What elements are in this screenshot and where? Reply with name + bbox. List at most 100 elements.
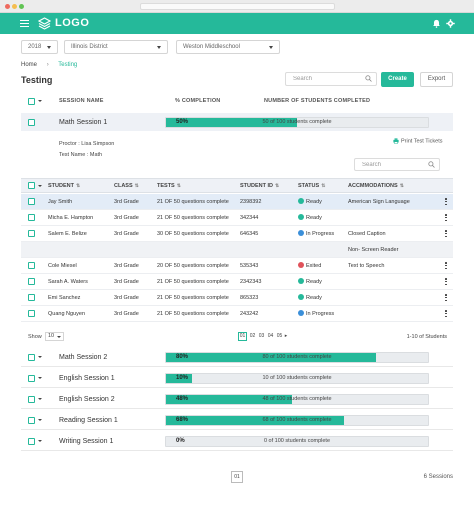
column-header-accommodations[interactable]: ACCMMODATIONS ⇅: [348, 179, 404, 193]
student-name: Emi Sanchez: [48, 295, 81, 301]
student-checkbox[interactable]: [28, 214, 35, 221]
more-options-icon[interactable]: [445, 310, 447, 318]
page-button[interactable]: 04: [266, 332, 275, 341]
select-all-students-checkbox[interactable]: [28, 182, 35, 189]
chevron-down-icon: [157, 46, 161, 49]
student-checkbox[interactable]: [28, 278, 35, 285]
chevron-down-icon[interactable]: [38, 377, 42, 379]
bell-icon[interactable]: [432, 19, 441, 28]
session-row[interactable]: English Session 1 10% 10 of 100 students…: [21, 369, 453, 388]
student-accommodation: Non- Screen Reader: [348, 247, 399, 253]
breadcrumb-current[interactable]: Testing: [58, 62, 77, 68]
column-header-class[interactable]: CLASS ⇅: [114, 179, 139, 193]
window-minimize-button[interactable]: [12, 4, 17, 9]
row-checkbox[interactable]: [28, 375, 35, 382]
progress-students-text: 68 of 100 students complete: [262, 417, 332, 423]
student-status: In Progress: [298, 226, 334, 242]
menu-icon[interactable]: [20, 20, 29, 28]
chevron-down-icon[interactable]: [38, 356, 42, 358]
print-tickets-link[interactable]: Print Test Tickets: [393, 138, 442, 144]
select-all-checkbox[interactable]: [28, 98, 35, 105]
student-status: Ready: [298, 274, 322, 290]
year-select[interactable]: 2018: [21, 40, 58, 54]
column-header-tests[interactable]: TESTS ⇅: [157, 179, 181, 193]
column-header-status[interactable]: STATUS ⇅: [298, 179, 325, 193]
column-header-completion[interactable]: % COMPLETION: [175, 98, 220, 104]
student-row[interactable]: Sarah A. Waters 3rd Grade 21 OF 50 questio…: [21, 274, 453, 290]
student-row[interactable]: Micha E. Hampton 3rd Grade 21 OF 50 questi…: [21, 210, 453, 226]
session-row[interactable]: English Session 2 48% 48 of 100 students…: [21, 390, 453, 409]
student-row[interactable]: Salem E. Belize 3rd Grade 30 OF 50 questio…: [21, 226, 453, 242]
chevron-down-icon[interactable]: [38, 100, 42, 102]
student-name: Sarah A. Waters: [48, 279, 88, 285]
progress-bar: 80% 80 of 100 students complete: [165, 352, 429, 363]
student-tests: 21 OF 50 questions complete: [157, 295, 229, 301]
row-checkbox[interactable]: [28, 354, 35, 361]
sort-icon: ⇅: [75, 183, 81, 189]
student-id: 243242: [240, 311, 259, 317]
chevron-down-icon[interactable]: [38, 398, 42, 400]
page-size-select[interactable]: 10: [45, 332, 64, 341]
student-id: 865323: [240, 295, 259, 301]
more-options-icon[interactable]: [445, 278, 447, 286]
gear-icon[interactable]: [446, 19, 455, 28]
column-header-student[interactable]: STUDENT ⇅: [48, 179, 80, 193]
progress-students-text: 10 of 100 students complete: [262, 375, 332, 381]
status-icon: [298, 310, 304, 317]
window-close-button[interactable]: [5, 4, 10, 9]
district-select[interactable]: Illinois District: [64, 40, 168, 54]
student-row[interactable]: Cole Miesel 3rd Grade 20 OF 50 questions c…: [21, 258, 453, 274]
student-row[interactable]: Non- Screen Reader: [21, 242, 453, 258]
student-row[interactable]: Emi Sanchez 3rd Grade 21 OF 50 questions c…: [21, 290, 453, 306]
session-row[interactable]: Writing Session 1 0% 0 of 100 students c…: [21, 432, 453, 451]
page-button[interactable]: 01: [238, 332, 247, 341]
page-button[interactable]: 03: [257, 332, 266, 341]
student-row[interactable]: Quang Nguyen 3rd Grade 21 OF 50 questions …: [21, 306, 453, 322]
session-detail-panel: Proctor : Lisa Simpson Test Name : Math …: [21, 131, 453, 345]
column-header-session-name[interactable]: SESSION NAME: [59, 98, 104, 104]
row-checkbox[interactable]: [28, 417, 35, 424]
student-class: 3rd Grade: [114, 215, 139, 221]
school-select[interactable]: Weston Middleschool: [176, 40, 280, 54]
student-checkbox[interactable]: [28, 262, 35, 269]
row-checkbox[interactable]: [28, 438, 35, 445]
export-button[interactable]: Export: [420, 72, 453, 87]
student-name: Salem E. Belize: [48, 231, 87, 237]
student-checkbox[interactable]: [28, 294, 35, 301]
student-row[interactable]: Jay Smith 3rd Grade 21 OF 50 questions com…: [21, 194, 453, 210]
more-options-icon[interactable]: [445, 262, 447, 270]
row-checkbox[interactable]: [28, 396, 35, 403]
sessions-page-button[interactable]: 01: [231, 471, 243, 483]
session-row[interactable]: Math Session 1 50% 50 of 100 students co…: [21, 113, 453, 132]
chevron-down-icon[interactable]: [38, 185, 42, 187]
student-class: 3rd Grade: [114, 279, 139, 285]
session-search-input[interactable]: [285, 72, 377, 86]
session-row[interactable]: Reading Session 1 68% 68 of 100 students…: [21, 411, 453, 430]
search-icon[interactable]: [428, 161, 435, 168]
more-options-icon[interactable]: [445, 294, 447, 302]
more-options-icon[interactable]: [445, 214, 447, 222]
show-label: Show: [28, 334, 42, 340]
progress-bar: 10% 10 of 100 students complete: [165, 373, 429, 384]
search-icon[interactable]: [365, 75, 372, 82]
student-checkbox[interactable]: [28, 310, 35, 317]
chevron-down-icon[interactable]: [38, 419, 42, 421]
student-checkbox[interactable]: [28, 198, 35, 205]
address-bar[interactable]: [140, 3, 335, 10]
district-select-value: Illinois District: [71, 44, 108, 50]
student-id: 342344: [240, 215, 259, 221]
student-checkbox[interactable]: [28, 230, 35, 237]
column-header-students-completed[interactable]: NUMBER OF STUDENTS COMPLETED: [264, 98, 370, 104]
create-button[interactable]: Create: [381, 72, 414, 87]
window-maximize-button[interactable]: [19, 4, 24, 9]
breadcrumb-home[interactable]: Home: [21, 62, 37, 68]
row-checkbox[interactable]: [28, 119, 35, 126]
session-row[interactable]: Math Session 2 80% 80 of 100 students co…: [21, 348, 453, 367]
chevron-down-icon[interactable]: [38, 440, 42, 442]
next-page-icon[interactable]: ▸: [283, 332, 289, 341]
page-button[interactable]: 02: [248, 332, 257, 341]
more-options-icon[interactable]: [445, 230, 447, 238]
student-accommodation: American Sign Language: [348, 199, 410, 205]
more-options-icon[interactable]: [445, 198, 447, 206]
column-header-student-id[interactable]: STUDENT ID ⇅: [240, 179, 279, 193]
